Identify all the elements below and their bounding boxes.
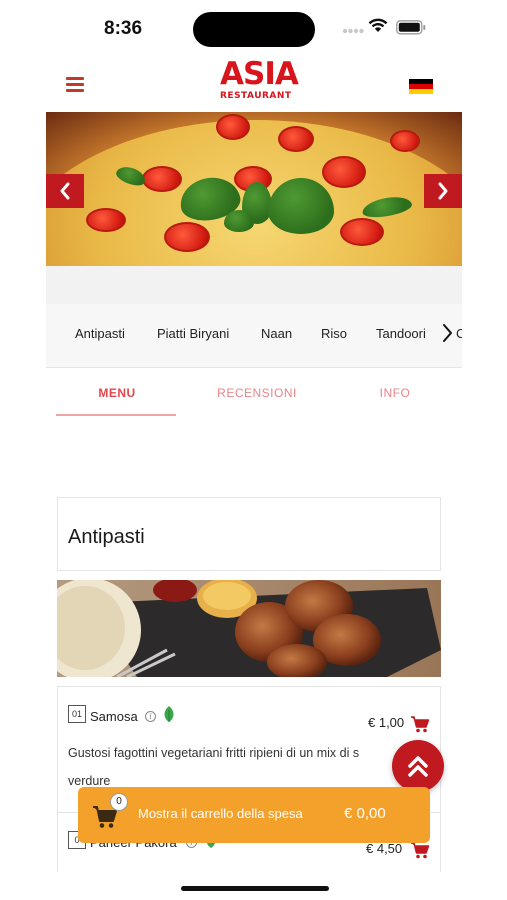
hero-carousel[interactable] xyxy=(46,112,462,266)
chevron-right-icon xyxy=(438,182,448,200)
category-tandoori[interactable]: Tandoori xyxy=(376,326,426,341)
add-to-cart-icon[interactable] xyxy=(410,841,430,859)
spacer-strip xyxy=(46,266,462,304)
status-bar: 8:36 xyxy=(0,0,507,56)
category-riso[interactable]: Riso xyxy=(321,326,347,341)
section-image xyxy=(57,580,441,677)
category-piatti-biryani[interactable]: Piatti Biryani xyxy=(157,326,229,341)
double-chevron-up-icon xyxy=(408,756,428,777)
view-cart-button[interactable]: 0 Mostra il carrello della spesa € 0,00 xyxy=(78,787,430,843)
info-icon[interactable]: i xyxy=(145,711,156,722)
logo-sub-text: RESTAURANT xyxy=(220,91,292,101)
hamburger-icon[interactable] xyxy=(66,76,86,92)
app-header: ASIA RESTAURANT xyxy=(46,56,462,112)
carousel-next-button[interactable] xyxy=(424,174,462,208)
wifi-icon xyxy=(368,18,388,32)
logo-main-text: ASIA xyxy=(220,56,299,92)
add-to-cart-icon[interactable] xyxy=(410,715,430,733)
item-name: Samosa xyxy=(90,709,138,724)
category-naan[interactable]: Naan xyxy=(261,326,292,341)
item-price: € 1,00 xyxy=(368,715,405,730)
scroll-to-top-button[interactable] xyxy=(392,740,444,792)
leaf-icon xyxy=(164,706,174,722)
cart-count-badge: 0 xyxy=(110,793,128,811)
status-time: 8:36 xyxy=(104,18,143,39)
cart-total: € 0,00 xyxy=(344,805,386,822)
tab-menu[interactable]: MENU xyxy=(58,386,176,400)
home-indicator[interactable] xyxy=(181,886,329,891)
signal-icon xyxy=(342,28,364,34)
restaurant-logo: ASIA RESTAURANT xyxy=(220,56,299,102)
dynamic-island xyxy=(193,12,315,47)
section-header: Antipasti xyxy=(57,497,441,571)
active-tab-indicator xyxy=(56,414,176,416)
category-peek: C xyxy=(456,326,462,341)
item-price: € 4,50 xyxy=(366,841,403,856)
tab-info[interactable]: INFO xyxy=(336,386,454,400)
cart-label: Mostra il carrello della spesa xyxy=(138,806,303,821)
tab-bar: MENU RECENSIONI INFO xyxy=(46,370,462,418)
item-number: 01 xyxy=(68,705,86,723)
german-flag-icon[interactable] xyxy=(409,79,433,94)
chevron-right-icon[interactable] xyxy=(440,322,454,344)
section-title: Antipasti xyxy=(68,526,145,548)
battery-icon xyxy=(396,20,426,35)
tab-reviews[interactable]: RECENSIONI xyxy=(198,386,316,400)
category-bar: Antipasti Piatti Biryani Naan Riso Tando… xyxy=(46,304,462,368)
chevron-left-icon xyxy=(60,182,70,200)
carousel-prev-button[interactable] xyxy=(46,174,84,208)
category-antipasti[interactable]: Antipasti xyxy=(75,326,125,341)
